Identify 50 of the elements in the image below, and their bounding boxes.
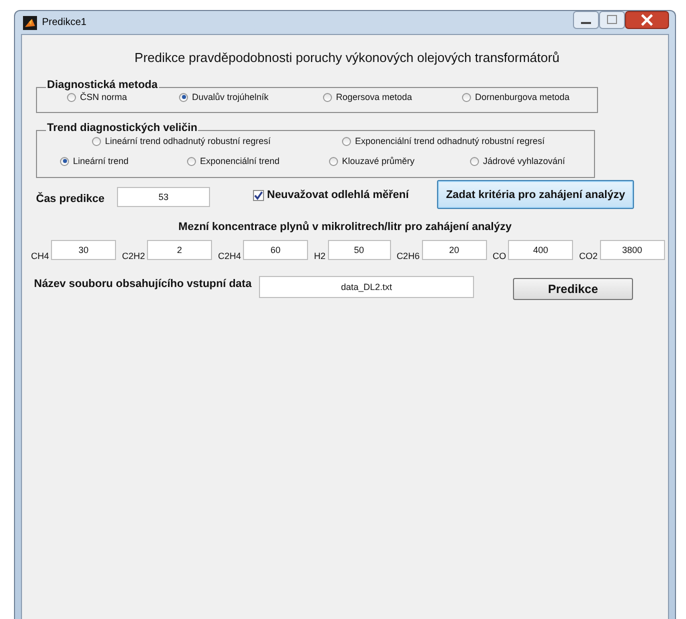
app-logo-icon [23,16,37,30]
radio-label: Lineární trend [73,156,129,166]
input-field[interactable]: 400 [508,240,574,260]
radio-button[interactable] [187,156,196,166]
input-field[interactable]: 50 [328,240,391,260]
predict-button[interactable]: Predikce [513,278,633,300]
input-field[interactable]: 60 [243,240,308,260]
form-heading: Predikce pravděpodobnosti poruchy výkonových olejových transformátorů [134,50,560,67]
gas-label: CH4 [31,251,50,261]
close-icon[interactable] [625,11,669,29]
gas-label: H2 [314,251,326,261]
input-field[interactable]: 20 [422,240,487,260]
input-field[interactable]: 53 [117,187,210,207]
radio-button[interactable] [342,136,351,146]
gas-label: CO2 [579,251,598,261]
gas-label: C2H4 [218,251,242,261]
radio-button[interactable] [329,156,338,166]
checkbox[interactable] [253,190,264,200]
field-label: Čas predikce [36,193,104,205]
radio-label: Exponenciální trend [200,156,280,166]
radio-button[interactable] [60,156,69,166]
field-label: Název souboru obsahujícího vstupní data [34,278,252,290]
radio-label: Duvalův trojúhelník [192,92,269,102]
window-title: Predikce1 [42,17,86,28]
checkbox-label: Neuvažovat odlehlá měření [267,189,409,201]
input-field[interactable]: 3800 [600,240,665,260]
radio-label: Exponenciální trend odhadnutý robustní regresí [355,136,545,146]
gas-label: C2H2 [122,251,146,261]
radio-button[interactable] [470,156,479,166]
input-field[interactable]: data_DL2.txt [259,276,474,298]
section-heading: Mezní koncentrace plynů v mikrolitrech/litr pro zahájení analýzy [177,221,513,235]
radio-label: Dornenburgova metoda [475,92,570,102]
radio-button[interactable] [67,92,76,102]
gas-label: CO [492,251,506,261]
radio-label: ČSN norma [80,92,128,102]
criteria-button[interactable]: Zadat kritéria pro zahájení analýzy [437,180,634,209]
radio-button[interactable] [179,92,188,102]
radio-label: Rogersova metoda [336,92,412,102]
input-field[interactable]: 30 [51,240,116,260]
radio-label: Klouzavé průměry [342,156,415,166]
radio-button[interactable] [462,92,471,102]
gas-label: C2H6 [396,251,420,261]
group-legend: Trend diagnostických veličin [46,122,198,134]
radio-button[interactable] [323,92,332,102]
radio-label: Jádrové vyhlazování [483,156,566,166]
input-field[interactable]: 2 [147,240,212,260]
minimize-icon[interactable] [573,11,599,29]
radio-label: Lineární trend odhadnutý robustní regresí [105,136,271,146]
group-legend: Diagnostická metoda [46,79,159,91]
radio-button[interactable] [92,136,101,146]
